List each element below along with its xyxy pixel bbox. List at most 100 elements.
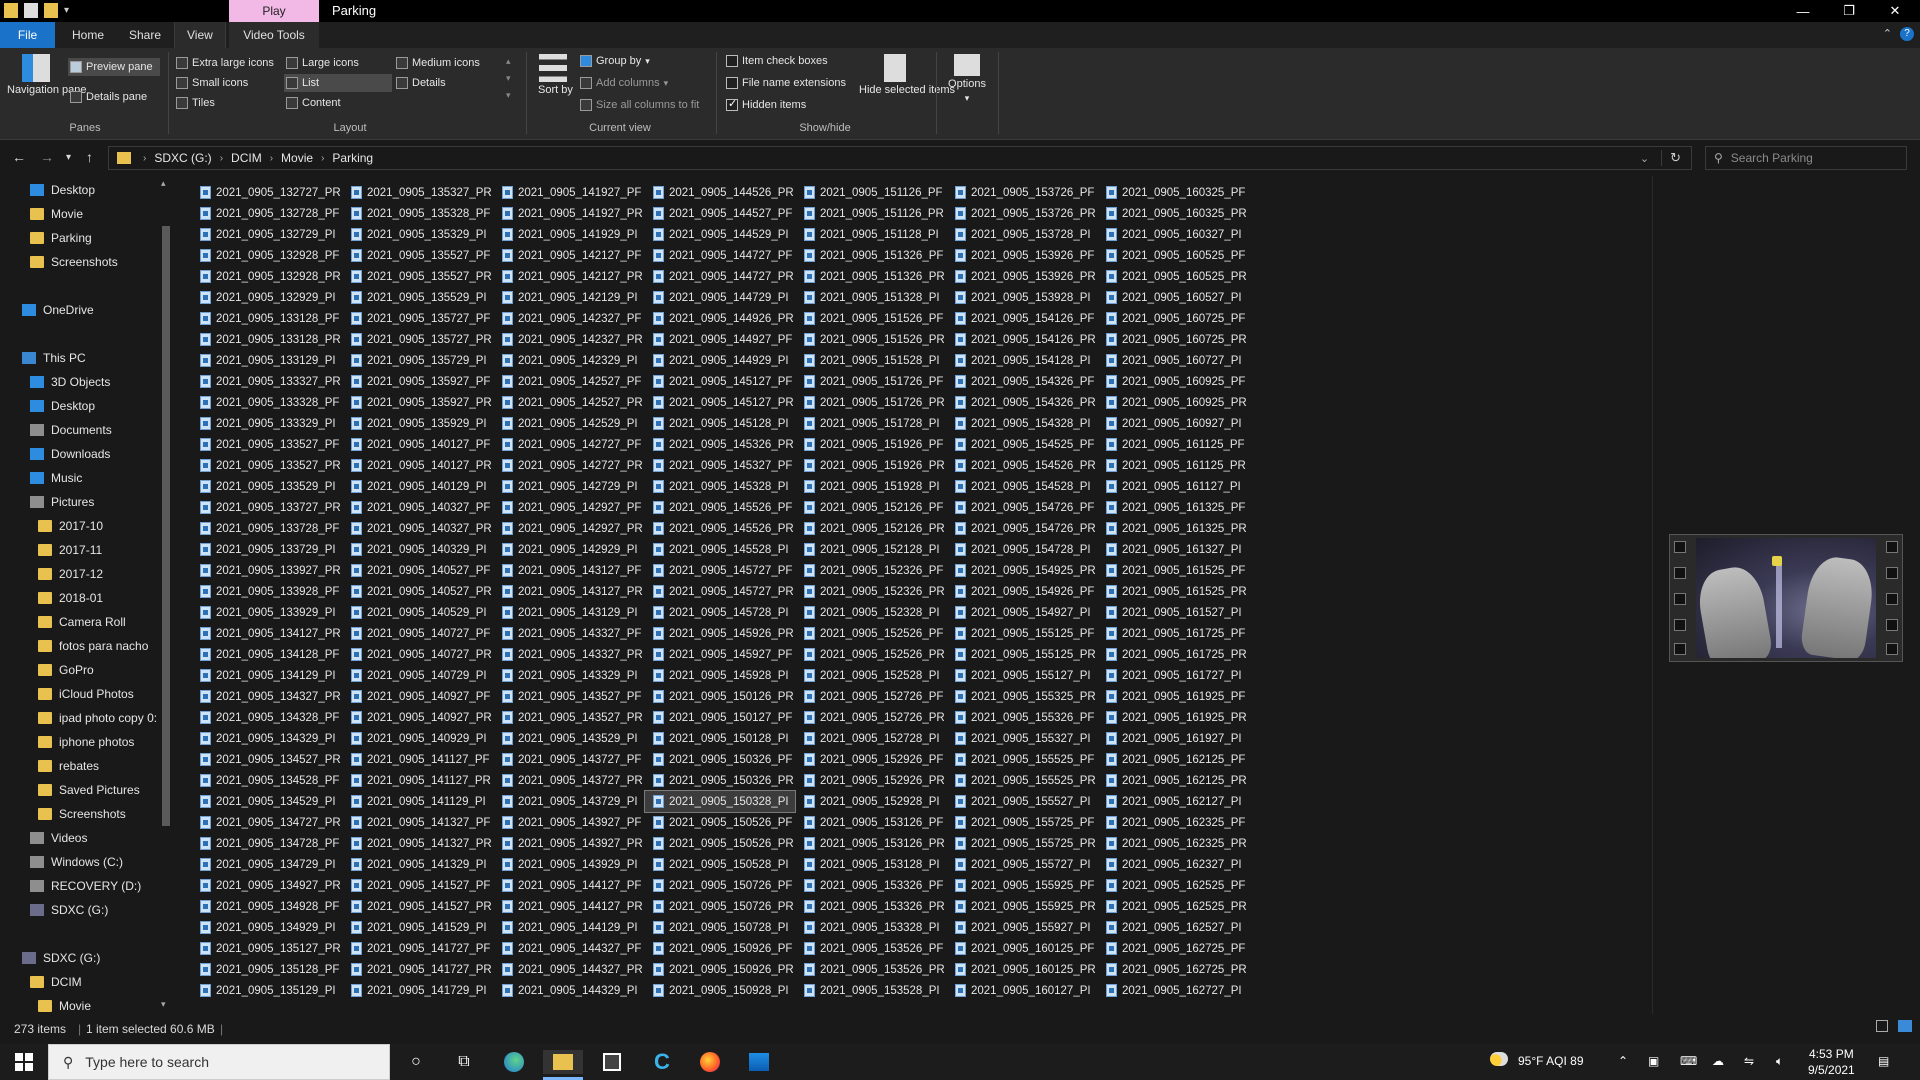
file-item[interactable]: 2021_0905_133128_PR bbox=[192, 329, 342, 350]
file-item[interactable]: 2021_0905_162527_PI bbox=[1098, 917, 1248, 938]
file-item[interactable]: 2021_0905_162127_PI bbox=[1098, 791, 1248, 812]
file-item[interactable]: 2021_0905_133328_PF bbox=[192, 392, 342, 413]
file-item[interactable]: 2021_0905_161125_PF bbox=[1098, 434, 1248, 455]
nav-item[interactable]: Saved Pictures bbox=[0, 778, 158, 802]
file-item[interactable]: 2021_0905_140927_PF bbox=[343, 686, 493, 707]
file-item[interactable]: 2021_0905_162727_PI bbox=[1098, 980, 1248, 1001]
file-item[interactable]: 2021_0905_162525_PR bbox=[1098, 896, 1248, 917]
file-item[interactable]: 2021_0905_161925_PR bbox=[1098, 707, 1248, 728]
file-item[interactable]: 2021_0905_153126_PF bbox=[796, 812, 946, 833]
file-item[interactable]: 2021_0905_141529_PI bbox=[343, 917, 493, 938]
options-button[interactable]: Options ▾ bbox=[942, 54, 992, 104]
tab-video-tools[interactable]: Video Tools bbox=[229, 22, 319, 48]
file-item[interactable]: 2021_0905_133729_PI bbox=[192, 539, 342, 560]
file-item[interactable]: 2021_0905_135927_PF bbox=[343, 371, 493, 392]
file-item[interactable]: 2021_0905_142527_PF bbox=[494, 371, 644, 392]
file-item[interactable]: 2021_0905_141329_PI bbox=[343, 854, 493, 875]
file-item[interactable]: 2021_0905_150928_PI bbox=[645, 980, 795, 1001]
file-item[interactable]: 2021_0905_140929_PI bbox=[343, 728, 493, 749]
file-item[interactable]: 2021_0905_142127_PR bbox=[494, 266, 644, 287]
file-item[interactable]: 2021_0905_143327_PR bbox=[494, 644, 644, 665]
video-thumbnail[interactable] bbox=[1669, 534, 1903, 662]
file-item[interactable]: 2021_0905_135128_PF bbox=[192, 959, 342, 980]
file-item[interactable]: 2021_0905_145328_PI bbox=[645, 476, 795, 497]
chevron-up-icon[interactable]: ▴ bbox=[161, 178, 166, 189]
file-item[interactable]: 2021_0905_160727_PI bbox=[1098, 350, 1248, 371]
file-item[interactable]: 2021_0905_134328_PF bbox=[192, 707, 342, 728]
file-item[interactable]: 2021_0905_142727_PR bbox=[494, 455, 644, 476]
file-item[interactable]: 2021_0905_160725_PF bbox=[1098, 308, 1248, 329]
file-item[interactable]: 2021_0905_144926_PR bbox=[645, 308, 795, 329]
file-item[interactable]: 2021_0905_162525_PF bbox=[1098, 875, 1248, 896]
hide-selected-items-button[interactable]: Hide selected items bbox=[858, 54, 955, 96]
taskbar-search-input[interactable]: ⚲ Type here to search bbox=[48, 1044, 390, 1080]
file-item[interactable]: 2021_0905_153926_PR bbox=[947, 266, 1097, 287]
preview-pane-button[interactable]: Preview pane bbox=[68, 58, 160, 76]
device-icon[interactable]: ▣ bbox=[1648, 1054, 1659, 1068]
file-item[interactable]: 2021_0905_155525_PR bbox=[947, 770, 1097, 791]
file-item[interactable]: 2021_0905_161925_PF bbox=[1098, 686, 1248, 707]
file-item[interactable]: 2021_0905_141129_PI bbox=[343, 791, 493, 812]
notifications-icon[interactable]: ▤ bbox=[1878, 1054, 1889, 1068]
file-name-extensions-checkbox[interactable] bbox=[726, 77, 738, 89]
file-item[interactable]: 2021_0905_145928_PI bbox=[645, 665, 795, 686]
file-item[interactable]: 2021_0905_151326_PF bbox=[796, 245, 946, 266]
file-item[interactable]: 2021_0905_153328_PI bbox=[796, 917, 946, 938]
file-item[interactable]: 2021_0905_154126_PR bbox=[947, 329, 1097, 350]
file-item[interactable]: 2021_0905_140127_PF bbox=[343, 434, 493, 455]
tab-file[interactable]: File bbox=[0, 22, 55, 48]
file-item[interactable]: 2021_0905_133327_PR bbox=[192, 371, 342, 392]
file-item[interactable]: 2021_0905_154726_PR bbox=[947, 518, 1097, 539]
file-item[interactable]: 2021_0905_135329_PI bbox=[343, 224, 493, 245]
nav-item[interactable]: RECOVERY (D:) bbox=[0, 874, 158, 898]
file-item[interactable]: 2021_0905_144727_PR bbox=[645, 266, 795, 287]
file-item[interactable]: 2021_0905_144526_PR bbox=[645, 182, 795, 203]
nav-item[interactable]: 3D Objects bbox=[0, 370, 158, 394]
file-item[interactable]: 2021_0905_152326_PF bbox=[796, 560, 946, 581]
file-item[interactable]: 2021_0905_153326_PR bbox=[796, 896, 946, 917]
nav-item[interactable]: fotos para nacho bbox=[0, 634, 158, 658]
file-item[interactable]: 2021_0905_155927_PI bbox=[947, 917, 1097, 938]
file-item[interactable]: 2021_0905_135527_PF bbox=[343, 245, 493, 266]
file-item[interactable]: 2021_0905_142727_PF bbox=[494, 434, 644, 455]
nav-item[interactable]: SDXC (G:) bbox=[0, 946, 158, 970]
file-item[interactable]: 2021_0905_133928_PF bbox=[192, 581, 342, 602]
file-item[interactable]: 2021_0905_151926_PF bbox=[796, 434, 946, 455]
file-item[interactable]: 2021_0905_141727_PF bbox=[343, 938, 493, 959]
file-item[interactable]: 2021_0905_150726_PR bbox=[645, 896, 795, 917]
nav-item[interactable]: Documents bbox=[0, 418, 158, 442]
file-name-extensions-toggle[interactable]: File name extensions bbox=[726, 74, 846, 92]
file-item[interactable]: 2021_0905_134927_PR bbox=[192, 875, 342, 896]
file-item[interactable]: 2021_0905_161725_PR bbox=[1098, 644, 1248, 665]
file-item[interactable]: 2021_0905_161525_PR bbox=[1098, 581, 1248, 602]
file-item[interactable]: 2021_0905_143127_PR bbox=[494, 581, 644, 602]
chevron-right-icon[interactable]: › bbox=[220, 153, 223, 164]
file-item[interactable]: 2021_0905_153526_PF bbox=[796, 938, 946, 959]
file-item[interactable]: 2021_0905_152726_PR bbox=[796, 707, 946, 728]
file-item[interactable]: 2021_0905_161727_PI bbox=[1098, 665, 1248, 686]
nav-item[interactable]: Screenshots bbox=[0, 250, 158, 274]
file-item[interactable]: 2021_0905_162125_PF bbox=[1098, 749, 1248, 770]
restore-button[interactable]: ❐ bbox=[1826, 0, 1872, 22]
file-item[interactable]: 2021_0905_135527_PR bbox=[343, 266, 493, 287]
file-item[interactable]: 2021_0905_133527_PR bbox=[192, 455, 342, 476]
list-option[interactable]: List bbox=[284, 74, 392, 92]
file-item[interactable]: 2021_0905_155925_PR bbox=[947, 896, 1097, 917]
file-item[interactable]: 2021_0905_160125_PF bbox=[947, 938, 1097, 959]
file-item[interactable]: 2021_0905_150926_PF bbox=[645, 938, 795, 959]
file-item[interactable]: 2021_0905_152126_PF bbox=[796, 497, 946, 518]
file-item[interactable]: 2021_0905_150126_PR bbox=[645, 686, 795, 707]
breadcrumb-parking[interactable]: Parking bbox=[332, 151, 373, 165]
file-item[interactable]: 2021_0905_133129_PI bbox=[192, 350, 342, 371]
file-item[interactable]: 2021_0905_133728_PF bbox=[192, 518, 342, 539]
file-item[interactable]: 2021_0905_145526_PR bbox=[645, 518, 795, 539]
file-item[interactable]: 2021_0905_152326_PR bbox=[796, 581, 946, 602]
nav-item[interactable]: SDXC (G:) bbox=[0, 898, 158, 922]
file-item[interactable]: 2021_0905_153726_PR bbox=[947, 203, 1097, 224]
hidden-items-checkbox[interactable] bbox=[726, 97, 738, 111]
file-item[interactable]: 2021_0905_155325_PR bbox=[947, 686, 1097, 707]
file-item[interactable]: 2021_0905_141127_PF bbox=[343, 749, 493, 770]
nav-item[interactable]: Downloads bbox=[0, 442, 158, 466]
file-item[interactable]: 2021_0905_132727_PR bbox=[192, 182, 342, 203]
file-item[interactable]: 2021_0905_143727_PF bbox=[494, 749, 644, 770]
